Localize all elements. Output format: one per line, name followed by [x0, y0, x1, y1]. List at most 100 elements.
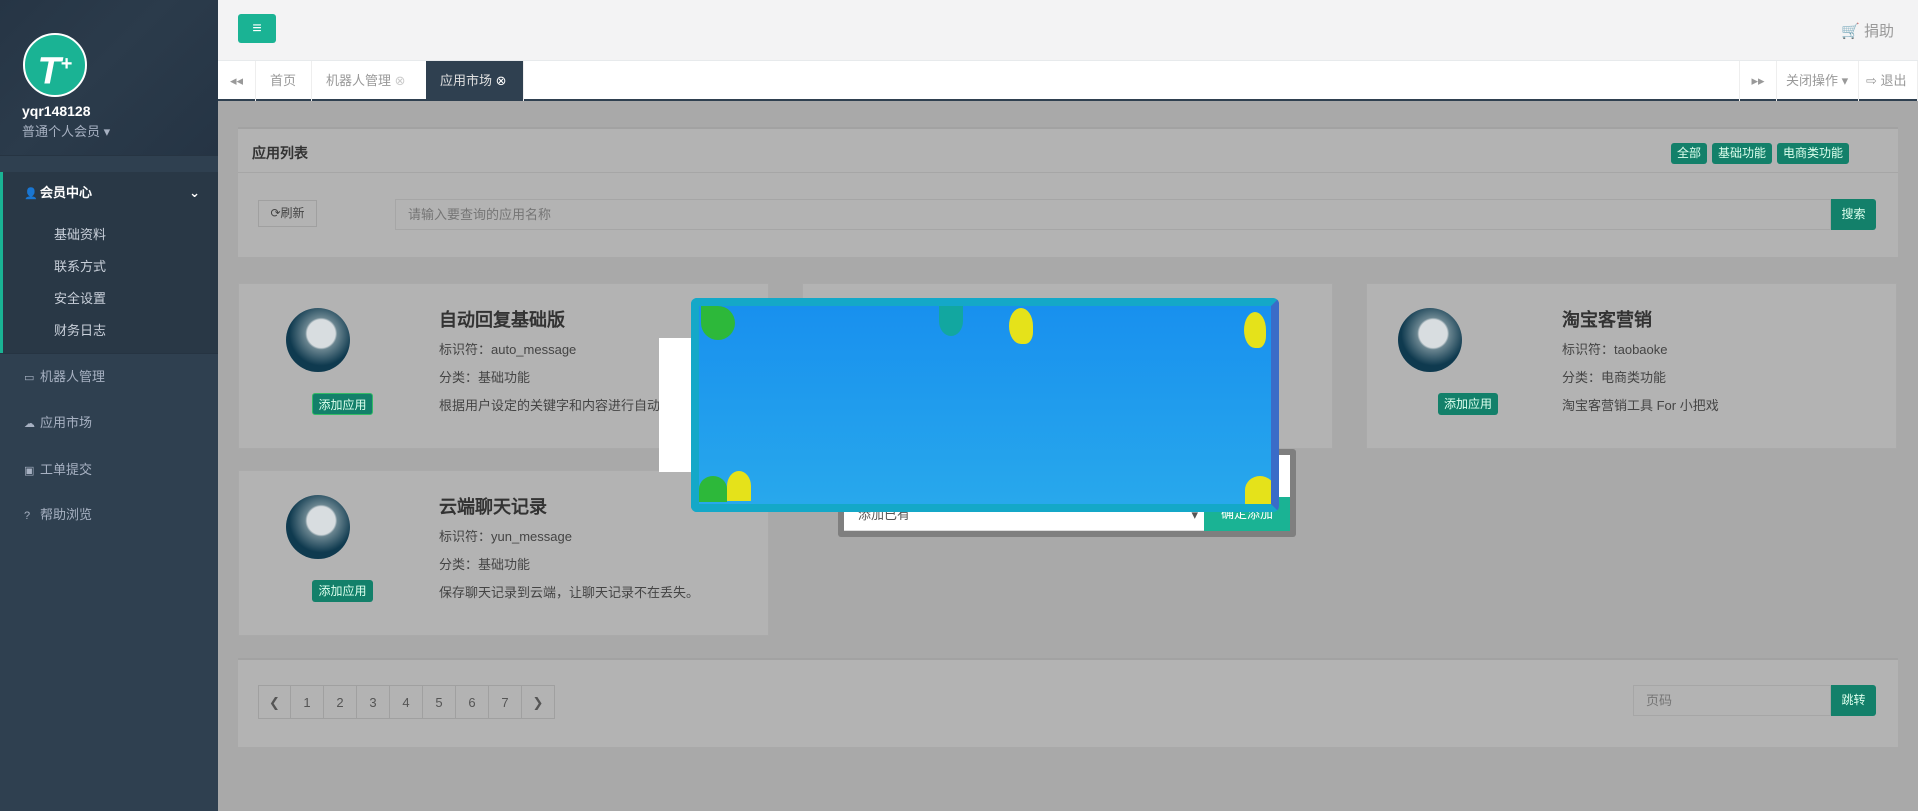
page-button[interactable]: 5: [423, 685, 456, 719]
label: 工单提交: [40, 462, 93, 477]
robot-avatar: [286, 308, 350, 372]
sidebar-subitem-contact[interactable]: 联系方式: [54, 256, 106, 275]
sidebar-subitem-basic-info[interactable]: 基础资料: [54, 224, 106, 243]
profile-header: T+ yqr148128 普通个人会员 ▾: [0, 0, 218, 155]
tab-scroll-left-button[interactable]: ◂◂: [218, 61, 256, 101]
user-icon: 👤: [24, 188, 38, 200]
sidebar-item-robot-management[interactable]: ▭ 机器人管理: [0, 357, 218, 397]
leaf-decoration: [1009, 308, 1033, 344]
cloud-icon: ☁: [24, 418, 35, 430]
filter-all-button[interactable]: 全部: [1671, 143, 1707, 164]
app-card: 添加应用 云端聊天记录 标识符：yun_message 分类：基础功能 保存聊天…: [238, 470, 769, 636]
divider: [0, 155, 218, 156]
pagination-panel: ❮ 1 2 3 4 5 6 7 ❯ 跳转: [238, 658, 1898, 747]
cart-icon: 🛒: [1841, 23, 1860, 40]
add-app-button[interactable]: 添加应用: [312, 580, 373, 602]
app-title: 自动回复基础版: [439, 310, 565, 330]
tab-scroll-right-button[interactable]: ▸▸: [1739, 61, 1777, 101]
jump-button[interactable]: 跳转: [1831, 685, 1876, 716]
app-card: 添加应用 淘宝客营销 标识符：taobaoke 分类：电商类功能 淘宝客营销工具…: [1366, 283, 1897, 449]
tab-robot-management[interactable]: 机器人管理 ⊗: [312, 61, 444, 101]
question-circle-icon: ?: [24, 510, 31, 522]
page-button[interactable]: 3: [357, 685, 390, 719]
label: 应用市场: [40, 415, 93, 430]
app-category: 分类：基础功能: [439, 370, 531, 385]
tab-app-market[interactable]: 应用市场 ⊗: [426, 61, 524, 101]
sign-out-icon: ⇨: [1866, 73, 1877, 88]
refresh-icon: ⟳: [270, 206, 281, 220]
leaf-decoration: [727, 471, 751, 501]
close-operations-dropdown[interactable]: 关闭操作 ▾: [1777, 61, 1859, 101]
divider: [0, 353, 218, 354]
app-description: 淘宝客营销工具 For 小把戏: [1562, 398, 1719, 413]
label: 退出: [1880, 73, 1907, 88]
leaf-decoration: [699, 476, 727, 502]
page-button[interactable]: 6: [456, 685, 489, 719]
leaf-decoration: [701, 306, 735, 340]
sidebar-item-help[interactable]: ? 帮助浏览: [0, 495, 218, 535]
close-icon[interactable]: ⊗: [496, 73, 507, 88]
sidebar: T+ yqr148128 普通个人会员 ▾ 👤 会员中心 ⌄ 基础资料 联系方式 安…: [0, 0, 218, 811]
donate-link[interactable]: 🛒 捐助: [1841, 20, 1894, 41]
search-button[interactable]: 搜索: [1831, 199, 1876, 230]
page-button[interactable]: 7: [489, 685, 522, 719]
sidebar-subitem-finance-log[interactable]: 财务日志: [54, 320, 106, 339]
robot-avatar: [1398, 308, 1462, 372]
top-navbar: [218, 0, 1918, 61]
menu-toggle-button[interactable]: ≡: [238, 14, 276, 43]
app-title: 淘宝客营销: [1562, 310, 1652, 330]
label: 会员中心: [40, 185, 93, 200]
label: 机器人管理: [326, 73, 392, 88]
app-category: 分类：基础功能: [439, 557, 531, 572]
page-button[interactable]: 1: [291, 685, 324, 719]
app-identifier: 标识符：yun_message: [439, 529, 572, 544]
leaf-decoration: [1245, 476, 1271, 504]
label: 刷新: [280, 206, 305, 220]
sidebar-item-member-center[interactable]: 👤 会员中心 ⌄: [0, 173, 218, 213]
username: yqr148128: [22, 103, 91, 119]
next-page-button[interactable]: ❯: [522, 685, 555, 719]
logout-button[interactable]: ⇨ 退出: [1859, 61, 1918, 101]
leaf-decoration: [1244, 312, 1266, 348]
label: 帮助浏览: [40, 507, 93, 522]
filter-ecommerce-button[interactable]: 电商类功能: [1777, 143, 1849, 164]
app-identifier: 标识符：taobaoke: [1562, 342, 1668, 357]
desktop-icon: ▭: [24, 372, 35, 384]
app-category: 分类：电商类功能: [1562, 370, 1667, 385]
tab-home[interactable]: 首页: [256, 61, 312, 101]
leaf-decoration: [939, 306, 963, 336]
logo: T+: [23, 33, 87, 97]
sidebar-item-ticket[interactable]: ▣ 工单提交: [0, 450, 218, 490]
panel-title: 应用列表: [252, 145, 308, 161]
label: 应用市场: [440, 73, 493, 88]
prev-page-button[interactable]: ❮: [258, 685, 291, 719]
loading-banner-popup: [691, 298, 1279, 512]
add-app-button[interactable]: 添加应用: [312, 393, 373, 415]
search-input[interactable]: [395, 199, 1831, 230]
page-button[interactable]: 2: [324, 685, 357, 719]
pagination: ❮ 1 2 3 4 5 6 7 ❯: [258, 685, 598, 719]
app-description: 保存聊天记录到云端，让聊天记录不在丢失。: [439, 585, 700, 600]
app-list-panel: 应用列表 全部 基础功能 电商类功能 ⟳刷新 搜索: [238, 127, 1898, 257]
user-role: 普通个人会员: [22, 124, 101, 139]
label: 捐助: [1863, 23, 1894, 40]
chevron-down-icon: ⌄: [189, 185, 200, 200]
refresh-button[interactable]: ⟳刷新: [258, 200, 317, 227]
divider: [238, 172, 1898, 173]
add-app-button[interactable]: 添加应用: [1438, 393, 1498, 415]
tab-bar: ◂◂ 首页 机器人管理 ⊗ 应用市场 ⊗ ▸▸ 关闭操作 ▾ ⇨ 退出: [218, 61, 1918, 101]
page-number-input[interactable]: [1633, 685, 1831, 716]
app-description: 根据用户设定的关键字和内容进行自动: [439, 398, 661, 413]
app-title: 云端聊天记录: [439, 497, 547, 517]
label: 关闭操作: [1786, 73, 1839, 88]
app-identifier: 标识符：auto_message: [439, 342, 577, 357]
sidebar-subitem-security[interactable]: 安全设置: [54, 288, 106, 307]
user-role-dropdown[interactable]: 普通个人会员 ▾: [22, 121, 110, 140]
filter-basic-button[interactable]: 基础功能: [1712, 143, 1772, 164]
label: 机器人管理: [40, 369, 106, 384]
robot-avatar: [286, 495, 350, 559]
calendar-plus-icon: ▣: [24, 465, 35, 477]
close-icon[interactable]: ⊗: [395, 73, 406, 88]
sidebar-item-app-market[interactable]: ☁ 应用市场: [0, 403, 218, 443]
page-button[interactable]: 4: [390, 685, 423, 719]
